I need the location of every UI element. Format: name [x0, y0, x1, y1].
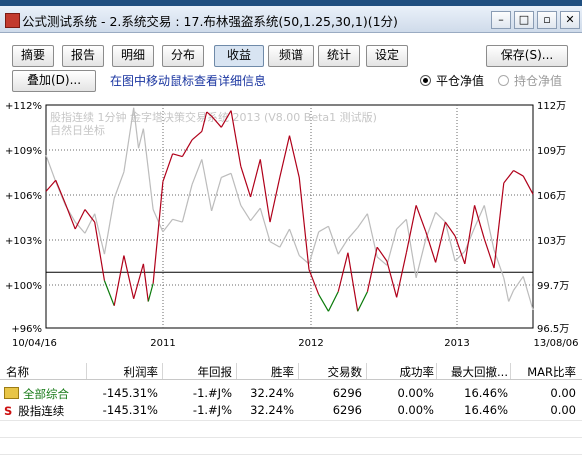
tab-distribution[interactable]: 分布: [162, 45, 204, 67]
radio-hold-label: 持仓净值: [514, 74, 563, 88]
y-tick-label-left: +100%: [5, 281, 42, 292]
row-name-text: 全部综合: [23, 387, 69, 401]
row-winrate: 32.24%: [250, 386, 294, 400]
header-trades[interactable]: 交易数: [302, 364, 363, 380]
row-mar: 0.00: [550, 403, 576, 417]
equity-chart-svg[interactable]: 股指连续 1分钟 金字塔决策交易系统 2013 (V8.00 Beta1 测试版…: [0, 97, 582, 351]
overlay-button[interactable]: 叠加(D)...: [12, 70, 96, 92]
header-annual[interactable]: 年回报: [166, 364, 233, 380]
table-row[interactable]: 全部综合 -145.31% -1.#J% 32.24% 6296 0.00% 1…: [0, 385, 582, 401]
y-tick-label-left: +96%: [11, 324, 42, 335]
equity-chart[interactable]: 股指连续 1分钟 金字塔决策交易系统 2013 (V8.00 Beta1 测试版…: [0, 97, 582, 351]
table-row[interactable]: S 股指连续 -145.31% -1.#J% 32.24% 6296 0.00% …: [0, 402, 582, 418]
y-tick-label-right: 99.7万: [537, 281, 569, 292]
row-divider: [0, 420, 582, 421]
header-success[interactable]: 成功率: [370, 364, 435, 380]
tab-detail[interactable]: 明细: [112, 45, 154, 67]
column-divider: [162, 363, 163, 379]
header-profit[interactable]: 利润率: [90, 364, 159, 380]
y-tick-label-left: +112%: [5, 101, 42, 112]
radio-flat-label: 平仓净值: [436, 74, 485, 88]
y-tick-label-right: 112万: [537, 101, 566, 112]
title-bar: 公式测试系统 - 2.系统交易 : 17.布林强盗系统(50,1.25,30,1…: [0, 6, 582, 33]
header-winrate[interactable]: 胜率: [240, 364, 294, 380]
x-tick-label: 2011: [150, 338, 175, 349]
row-profit: -145.31%: [102, 386, 158, 400]
radio-hold-equity[interactable]: 持仓净值: [498, 72, 562, 89]
row-divider: [0, 454, 582, 455]
y-tick-label-left: +109%: [5, 146, 42, 157]
row-trades: 6296: [332, 386, 362, 400]
minimize-button[interactable]: –: [491, 11, 511, 29]
row-winrate: 32.24%: [250, 403, 294, 417]
y-tick-label-left: +106%: [5, 191, 42, 202]
y-tick-label-right: 109万: [537, 146, 566, 157]
table-header-row: 名称 利润率 年回报 胜率 交易数 成功率 最大回撤... MAR比率: [0, 363, 582, 380]
row-success: 0.00%: [397, 403, 434, 417]
column-divider: [86, 363, 87, 379]
y-tick-label-left: +103%: [5, 236, 42, 247]
column-divider: [436, 363, 437, 379]
app-icon: [5, 13, 20, 28]
column-divider: [298, 363, 299, 379]
row-name: 全部综合: [4, 386, 69, 402]
x-tick-label: 10/04/16: [12, 338, 57, 349]
tab-summary[interactable]: 摘要: [12, 45, 54, 67]
row-annual: -1.#J%: [192, 403, 232, 417]
radio-checked-icon: [420, 75, 431, 86]
row-name: S 股指连续: [4, 403, 64, 419]
tab-statistics[interactable]: 统计: [318, 45, 360, 67]
y-tick-label-right: 103万: [537, 236, 566, 247]
radio-unchecked-icon: [498, 75, 509, 86]
tab-spectrum[interactable]: 频谱: [268, 45, 314, 67]
row-success: 0.00%: [397, 386, 434, 400]
row-trades: 6296: [332, 403, 362, 417]
row-name-text: 股指连续: [18, 404, 65, 418]
toolbar: 摘要 报告 明细 分布 收益 频谱 统计 设定 保存(S)... 叠加(D)..…: [0, 33, 582, 97]
row-profit: -145.31%: [102, 403, 158, 417]
column-divider: [510, 363, 511, 379]
header-drawdown[interactable]: 最大回撤...: [440, 364, 508, 380]
maximize-button[interactable]: □: [514, 11, 534, 29]
restore-button[interactable]: ▫: [537, 11, 557, 29]
header-mar[interactable]: MAR比率: [514, 364, 576, 380]
folder-icon: [4, 387, 19, 399]
y-tick-label-right: 106万: [537, 191, 566, 202]
x-tick-label: 2013: [444, 338, 469, 349]
column-divider: [236, 363, 237, 379]
window-title: 公式测试系统 - 2.系统交易 : 17.布林强盗系统(50,1.25,30,1…: [22, 14, 398, 29]
hint-text: 在图中移动鼠标查看详细信息: [110, 74, 267, 88]
x-tick-label: 13/08/06: [534, 338, 579, 349]
radio-flat-equity[interactable]: 平仓净值: [420, 72, 484, 89]
tab-profit[interactable]: 收益: [214, 45, 264, 67]
save-button[interactable]: 保存(S)...: [486, 45, 568, 67]
row-drawdown: 16.46%: [464, 386, 508, 400]
y-tick-label-right: 96.5万: [537, 324, 569, 335]
series-s-icon: S: [4, 404, 13, 418]
watermark-line-2: 自然日坐标: [50, 123, 105, 137]
row-drawdown: 16.46%: [464, 403, 508, 417]
x-tick-label: 2012: [298, 338, 323, 349]
header-name[interactable]: 名称: [6, 364, 29, 380]
tab-report[interactable]: 报告: [62, 45, 104, 67]
column-divider: [366, 363, 367, 379]
row-annual: -1.#J%: [192, 386, 232, 400]
row-divider: [0, 437, 582, 438]
row-mar: 0.00: [550, 386, 576, 400]
tab-settings[interactable]: 设定: [366, 45, 408, 67]
watermark-line-1: 股指连续 1分钟 金字塔决策交易系统 2013 (V8.00 Beta1 测试版…: [50, 110, 377, 124]
close-button[interactable]: ✕: [560, 11, 580, 29]
